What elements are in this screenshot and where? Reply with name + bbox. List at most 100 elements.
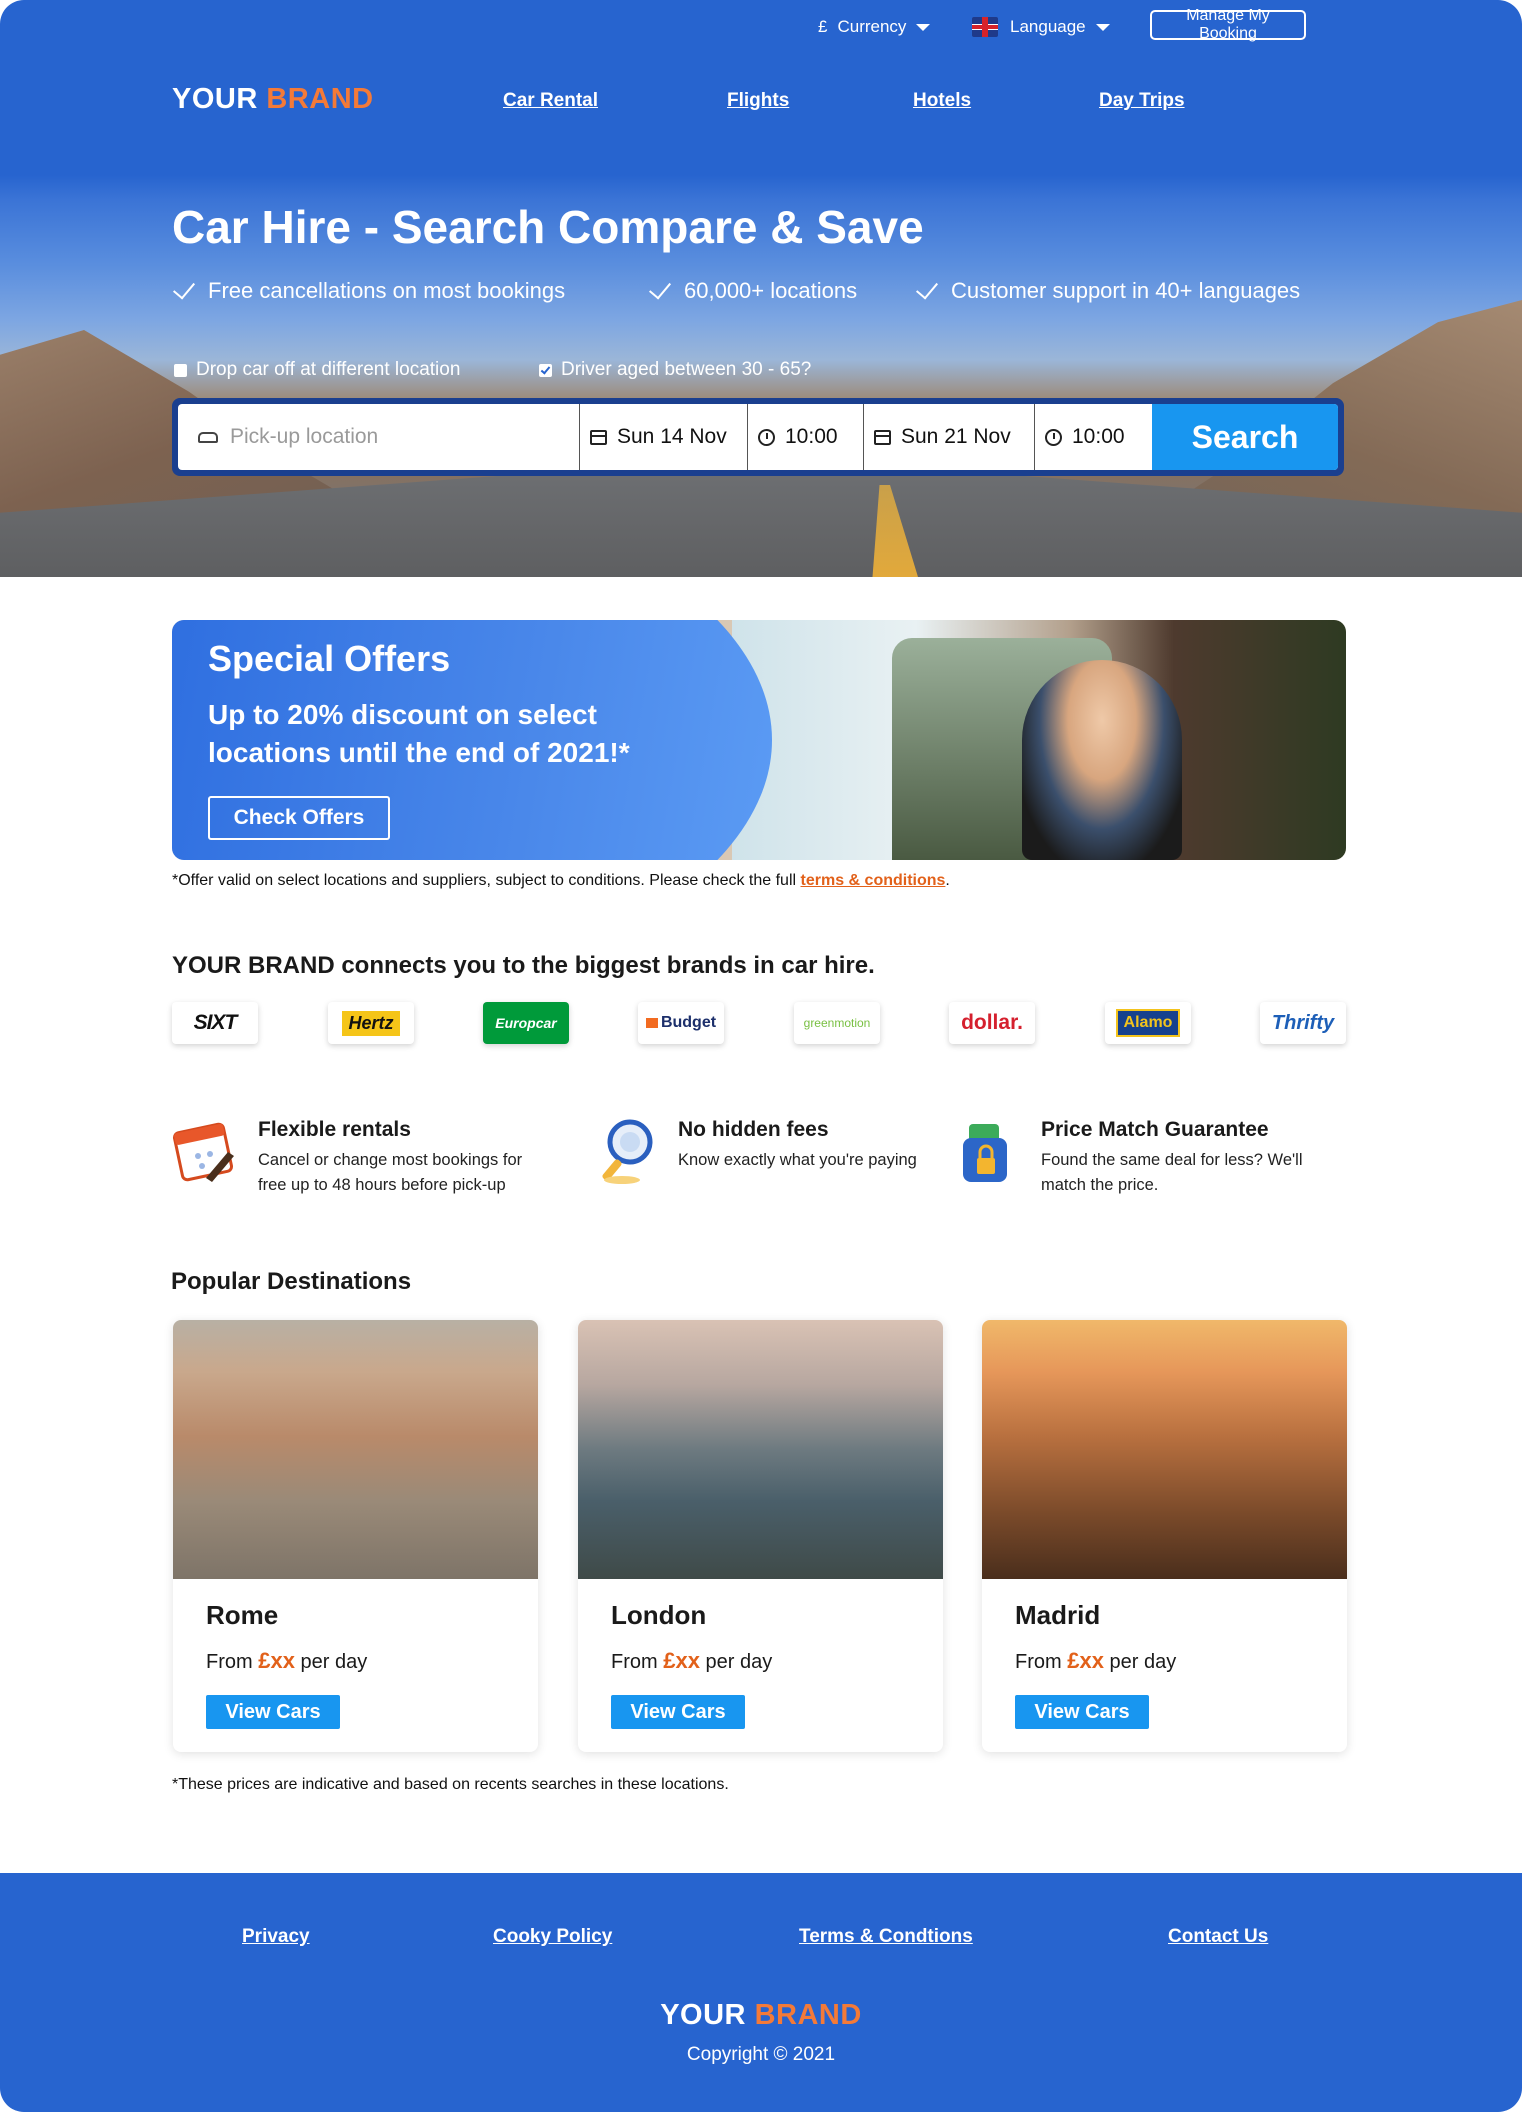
clock-icon [1045, 428, 1062, 446]
brand-logo-dollar: dollar. [949, 1002, 1035, 1044]
footer-link-contact[interactable]: Contact Us [1168, 1926, 1268, 1948]
destination-photo [578, 1320, 943, 1579]
pickup-date-field[interactable]: Sun 14 Nov [580, 404, 748, 470]
price-prefix: From [1015, 1651, 1062, 1673]
check-offers-button[interactable]: Check Offers [208, 796, 390, 840]
dropoff-time-value: 10:00 [1072, 425, 1125, 448]
dropoff-date-value: Sun 21 Nov [901, 425, 1011, 448]
destination-card-london[interactable]: London From £xx per day View Cars [578, 1320, 943, 1752]
usp-label: 60,000+ locations [684, 278, 858, 303]
price-prefix: From [611, 1651, 658, 1673]
car-icon [198, 431, 218, 443]
feature-price-match: Price Match Guarantee Found the same dea… [955, 1118, 1345, 1198]
feature-text: Found the same deal for less? We'll matc… [1041, 1151, 1303, 1194]
pickup-location-input[interactable]: Pick-up location [178, 404, 580, 470]
usp-label: Free cancellations on most bookings [208, 278, 566, 303]
search-button[interactable]: Search [1152, 404, 1338, 470]
destination-name: London [611, 1600, 707, 1630]
feature-text: Know exactly what you're paying [678, 1151, 917, 1169]
brand-logo-hertz: Hertz [342, 1010, 400, 1036]
calendar-icon [874, 429, 891, 445]
uk-flag-icon [972, 17, 998, 37]
price-value: £xx [1067, 1648, 1104, 1673]
different-dropoff-label: Drop car off at different location [196, 359, 461, 380]
brands-title: YOUR BRAND connects you to the biggest b… [172, 952, 875, 979]
destination-card-rome[interactable]: Rome From £xx per day View Cars [173, 1320, 538, 1752]
hero-section: £ Currency Language Manage My Booking YO… [0, 0, 1522, 577]
currency-label: Currency [837, 17, 907, 36]
usp-item: 60,000+ locations [648, 276, 858, 304]
calendar-icon [590, 429, 607, 445]
pickup-location-placeholder: Pick-up location [230, 425, 379, 448]
brand-logo-thrifty: Thrifty [1260, 1002, 1346, 1044]
nav-flights[interactable]: Flights [727, 90, 789, 112]
view-cars-button[interactable]: View Cars [206, 1695, 340, 1729]
nav-car-rental[interactable]: Car Rental [503, 90, 598, 112]
usp-item: Customer support in 40+ languages [915, 276, 1301, 304]
destination-name: Madrid [1015, 1600, 1101, 1630]
footer-link-terms[interactable]: Terms & Condtions [799, 1926, 973, 1948]
pickup-date-value: Sun 14 Nov [617, 425, 727, 448]
offer-text: Up to 20% discount on select locations u… [208, 699, 630, 768]
brand-logo-budget-text: Budget [660, 1014, 717, 1031]
driver-age-option[interactable]: Driver aged between 30 - 65? [539, 359, 811, 381]
brand-logo-part2: BRAND [266, 83, 374, 115]
footer-link-privacy[interactable]: Privacy [242, 1926, 310, 1948]
feature-title: Flexible rentals [258, 1118, 411, 1141]
clock-icon [758, 428, 775, 446]
check-icon [172, 276, 196, 300]
chevron-down-icon [1095, 23, 1110, 31]
usp-label: Customer support in 40+ languages [951, 278, 1301, 303]
language-selector[interactable]: Language [972, 12, 1110, 42]
feature-text: Cancel or change most bookings for free … [258, 1151, 523, 1194]
offer-fine-print-end: . [945, 872, 950, 889]
dropoff-time-field[interactable]: 10:00 [1035, 404, 1152, 470]
page: £ Currency Language Manage My Booking YO… [0, 0, 1522, 2112]
magnifier-icon [592, 1118, 658, 1188]
footer-link-cookie-policy[interactable]: Cooky Policy [493, 1926, 612, 1948]
search-bar: Pick-up location Sun 14 Nov 10:00 Sun 21… [172, 398, 1344, 476]
pickup-time-field[interactable]: 10:00 [748, 404, 864, 470]
feature-flexible-rentals: Flexible rentals Cancel or change most b… [172, 1118, 552, 1198]
footer: Privacy Cooky Policy Terms & Condtions C… [0, 1873, 1522, 2112]
destination-card-madrid[interactable]: Madrid From £xx per day View Cars [982, 1320, 1347, 1752]
price-value: £xx [258, 1648, 295, 1673]
view-cars-button[interactable]: View Cars [611, 1695, 745, 1729]
brand-logo-part2: BRAND [754, 1999, 862, 2031]
nav-day-trips[interactable]: Day Trips [1099, 90, 1185, 112]
different-dropoff-checkbox[interactable] [174, 363, 187, 377]
terms-link[interactable]: terms & conditions [801, 872, 946, 889]
brand-logo-budget: Budget [638, 1002, 724, 1044]
calendar-icon [172, 1118, 238, 1188]
prices-fine-print: *These prices are indicative and based o… [172, 1776, 729, 1793]
special-offers-banner: Special Offers Up to 20% discount on sel… [172, 620, 1346, 860]
driver-age-checkbox[interactable] [539, 363, 552, 377]
destination-name: Rome [206, 1600, 279, 1630]
popular-destinations-title: Popular Destinations [171, 1268, 412, 1295]
brand-logo-sixt: SIXT [172, 1002, 258, 1044]
budget-flag-icon [645, 1018, 658, 1028]
hero-title: Car Hire - Search Compare & Save [172, 201, 924, 253]
brand-logo-greenmotion: greenmotion [794, 1002, 880, 1044]
currency-selector[interactable]: £ Currency [818, 12, 931, 42]
destination-price: From £xx per day [206, 1648, 367, 1674]
price-suffix: per day [1109, 1651, 1177, 1673]
brand-logo[interactable]: YOUR BRAND [172, 83, 374, 116]
nav-hotels[interactable]: Hotels [913, 90, 971, 112]
dropoff-date-field[interactable]: Sun 21 Nov [864, 404, 1035, 470]
check-icon [915, 276, 939, 300]
destination-photo [982, 1320, 1347, 1579]
view-cars-button[interactable]: View Cars [1015, 1695, 1149, 1729]
manage-booking-button[interactable]: Manage My Booking [1150, 7, 1306, 42]
offer-title: Special Offers [208, 638, 451, 679]
copyright: Copyright © 2021 [686, 2044, 836, 2065]
different-dropoff-option[interactable]: Drop car off at different location [174, 359, 460, 381]
check-icon [648, 276, 672, 300]
feature-no-hidden-fees: No hidden fees Know exactly what you're … [592, 1118, 952, 1188]
offer-fine-print-text: *Offer valid on select locations and sup… [172, 872, 797, 889]
wallet-lock-icon [955, 1118, 1021, 1188]
brand-logo-part1: YOUR [172, 83, 258, 115]
usp-item: Free cancellations on most bookings [172, 276, 566, 304]
offer-fine-print: *Offer valid on select locations and sup… [172, 872, 950, 890]
price-value: £xx [663, 1648, 700, 1673]
